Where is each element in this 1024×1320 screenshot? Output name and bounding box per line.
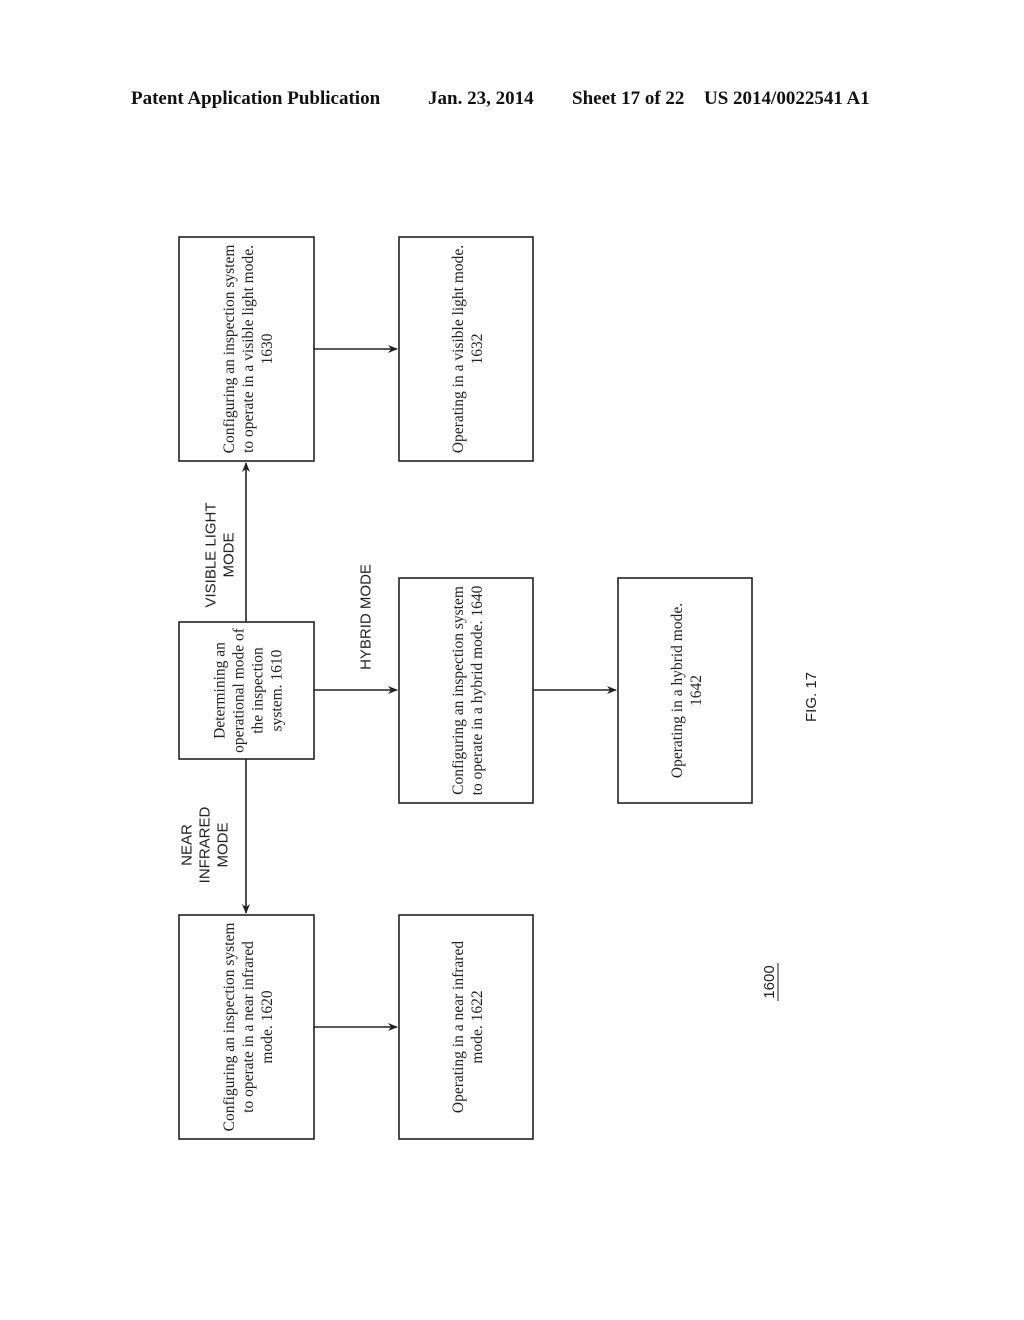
box-1642: Operating in a hybrid mode. 1642 <box>617 577 753 804</box>
text-line: to operate in a visible light mode. <box>240 245 257 453</box>
box-1632: Operating in a visible light mode. 1632 <box>398 236 534 462</box>
text-line: to operate in a hybrid mode. 1640 <box>469 585 486 795</box>
box-1620: Configuring an inspection system to opera… <box>178 914 315 1140</box>
box-1610: Determining an operational mode of the ins… <box>178 621 315 760</box>
text-line: INFRARED <box>196 806 213 883</box>
text-line: 1630 <box>259 333 276 364</box>
text-line: mode. 1620 <box>259 990 276 1063</box>
text-line: Operating in a hybrid mode. <box>669 603 686 778</box>
text-line: mode. 1622 <box>469 990 486 1063</box>
text-line: 1642 <box>688 675 705 706</box>
box-1640: Configuring an inspection system to opera… <box>398 577 534 804</box>
text-line: Configuring an inspection system <box>221 923 238 1132</box>
reference-number: 1600 <box>761 963 779 1001</box>
box-1630: Configuring an inspection system to opera… <box>178 236 315 462</box>
text-line: Configuring an inspection system <box>450 586 467 795</box>
text-line: MODE <box>214 823 231 868</box>
figure-label: FIG. 17 <box>803 672 820 722</box>
text-line: MODE <box>220 533 237 578</box>
text-line: system. 1610 <box>269 649 286 731</box>
text-line: Operating in a near infrared <box>450 941 467 1113</box>
label-hybrid-mode: HYBRID MODE <box>357 564 374 670</box>
text-line: operational mode of <box>231 627 248 753</box>
text-line: HYBRID MODE <box>357 564 374 670</box>
text-line: Determining an <box>212 642 229 739</box>
label-near-infrared-mode: NEARINFRAREDMODE <box>178 806 231 883</box>
text-line: to operate in a near infrared <box>240 941 257 1113</box>
reference-number-text: 1600 <box>761 965 778 998</box>
text-line: 1632 <box>469 334 486 365</box>
box-1622: Operating in a near infrared mode. 1622 <box>398 914 534 1140</box>
text-line: Operating in a visible light mode. <box>450 245 467 453</box>
text-line: NEAR <box>178 824 195 866</box>
text-line: VISIBLE LIGHT <box>202 502 219 607</box>
text-line: the inspection <box>250 647 267 734</box>
flowchart-diagram: Configuring an inspection system to opera… <box>178 236 820 1140</box>
text-line: Configuring an inspection system <box>221 245 238 454</box>
label-visible-light-mode: VISIBLE LIGHTMODE <box>202 502 237 607</box>
